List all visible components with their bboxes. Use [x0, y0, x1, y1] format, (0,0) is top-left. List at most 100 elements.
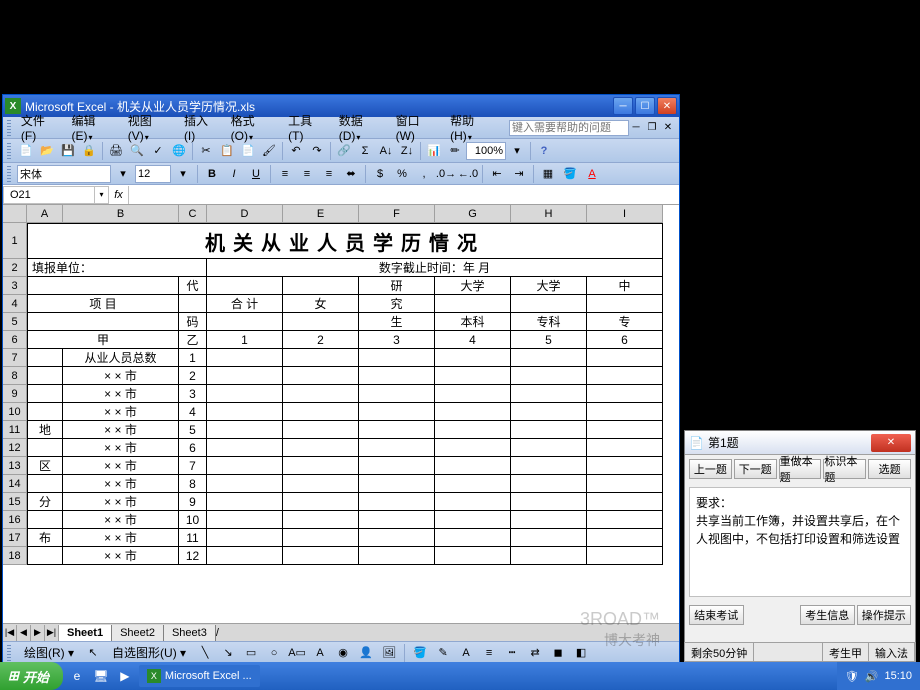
- diagram-icon[interactable]: ◉: [333, 643, 353, 663]
- cell[interactable]: [283, 403, 359, 421]
- cell[interactable]: [511, 529, 587, 547]
- cell[interactable]: [587, 475, 663, 493]
- cell[interactable]: [587, 385, 663, 403]
- fill-color-icon[interactable]: 🪣: [560, 164, 580, 184]
- cell[interactable]: 5: [179, 421, 207, 439]
- tray-icon[interactable]: 🔊: [865, 670, 879, 683]
- sort-desc-icon[interactable]: Z↓: [397, 141, 417, 161]
- borders-icon[interactable]: ▦: [538, 164, 558, 184]
- cell[interactable]: [207, 511, 283, 529]
- cell[interactable]: [359, 403, 435, 421]
- cell[interactable]: [207, 349, 283, 367]
- col-header[interactable]: I: [587, 205, 663, 223]
- chart-icon[interactable]: 📊: [424, 141, 444, 161]
- row-header[interactable]: 2: [3, 259, 27, 277]
- row-header[interactable]: 14: [3, 475, 27, 493]
- cell[interactable]: 5: [511, 331, 587, 349]
- cell[interactable]: [359, 385, 435, 403]
- media-icon[interactable]: ▶: [115, 666, 135, 686]
- cell[interactable]: × × 市: [63, 529, 179, 547]
- name-dropdown-icon[interactable]: ▾: [95, 186, 109, 204]
- cell[interactable]: [359, 529, 435, 547]
- percent-icon[interactable]: %: [392, 164, 412, 184]
- cell[interactable]: 合 计: [207, 295, 283, 313]
- cell[interactable]: [27, 547, 63, 565]
- row-header[interactable]: 6: [3, 331, 27, 349]
- col-header[interactable]: A: [27, 205, 63, 223]
- redo-question-button[interactable]: 重做本题: [779, 459, 822, 479]
- cut-icon[interactable]: ✂: [196, 141, 216, 161]
- minimize-button[interactable]: ─: [613, 97, 633, 115]
- cell[interactable]: [283, 511, 359, 529]
- doc-close-button[interactable]: ✕: [661, 121, 675, 135]
- drawing-menu[interactable]: 绘图(R) ▾: [18, 642, 80, 663]
- row-header[interactable]: 11: [3, 421, 27, 439]
- prev-question-button[interactable]: 上一题: [689, 459, 732, 479]
- cell[interactable]: [511, 511, 587, 529]
- cell[interactable]: 8: [179, 475, 207, 493]
- doc-restore-button[interactable]: ❐: [645, 121, 659, 135]
- tab-prev-icon[interactable]: ◀: [17, 625, 31, 641]
- row-header[interactable]: 4: [3, 295, 27, 313]
- cell[interactable]: [283, 439, 359, 457]
- cell[interactable]: [511, 547, 587, 565]
- cell[interactable]: 乙: [179, 331, 207, 349]
- cell[interactable]: [511, 457, 587, 475]
- cell[interactable]: 6: [587, 331, 663, 349]
- cell[interactable]: [207, 277, 283, 295]
- align-center-icon[interactable]: ≡: [297, 164, 317, 184]
- cell[interactable]: [435, 385, 511, 403]
- zoom-input[interactable]: [466, 142, 506, 160]
- cell[interactable]: 地: [27, 421, 63, 439]
- cell[interactable]: 填报单位：: [27, 259, 207, 277]
- align-left-icon[interactable]: ≡: [275, 164, 295, 184]
- 3d-icon[interactable]: ◧: [571, 643, 591, 663]
- save-icon[interactable]: 💾: [58, 141, 78, 161]
- cell[interactable]: [511, 421, 587, 439]
- permission-icon[interactable]: 🔒: [79, 141, 99, 161]
- task-excel[interactable]: X Microsoft Excel ...: [139, 665, 260, 687]
- cell[interactable]: [27, 385, 63, 403]
- cell[interactable]: × × 市: [63, 367, 179, 385]
- cell[interactable]: 9: [179, 493, 207, 511]
- open-icon[interactable]: 📂: [37, 141, 57, 161]
- help-search-input[interactable]: [509, 120, 629, 136]
- name-box[interactable]: O21: [3, 186, 95, 204]
- redo-icon[interactable]: ↷: [307, 141, 327, 161]
- cell[interactable]: 分: [27, 493, 63, 511]
- close-button[interactable]: ✕: [657, 97, 677, 115]
- cell[interactable]: [207, 313, 283, 331]
- cell[interactable]: [359, 367, 435, 385]
- paste-icon[interactable]: 📄: [238, 141, 258, 161]
- cell[interactable]: [207, 385, 283, 403]
- cell[interactable]: 项 目: [27, 295, 179, 313]
- hint-button[interactable]: 操作提示: [857, 605, 912, 625]
- cell[interactable]: [207, 403, 283, 421]
- print-icon[interactable]: 🖨: [106, 141, 126, 161]
- cell[interactable]: [511, 493, 587, 511]
- spell-icon[interactable]: ✓: [148, 141, 168, 161]
- cell[interactable]: [207, 493, 283, 511]
- italic-button[interactable]: I: [224, 164, 244, 184]
- col-header[interactable]: F: [359, 205, 435, 223]
- maximize-button[interactable]: ☐: [635, 97, 655, 115]
- cell[interactable]: [435, 457, 511, 475]
- underline-button[interactable]: U: [246, 164, 266, 184]
- arrow-style-icon[interactable]: ⇄: [525, 643, 545, 663]
- next-question-button[interactable]: 下一题: [734, 459, 777, 479]
- doc-minimize-button[interactable]: ─: [629, 121, 643, 135]
- cell[interactable]: [587, 295, 663, 313]
- cell[interactable]: 6: [179, 439, 207, 457]
- cell[interactable]: [27, 439, 63, 457]
- cell[interactable]: [435, 493, 511, 511]
- cell[interactable]: 1: [207, 331, 283, 349]
- cell[interactable]: [359, 457, 435, 475]
- fill-color-icon[interactable]: 🪣: [410, 643, 430, 663]
- cell[interactable]: [207, 367, 283, 385]
- cell[interactable]: [587, 421, 663, 439]
- cell[interactable]: [587, 493, 663, 511]
- tab-next-icon[interactable]: ▶: [31, 625, 45, 641]
- cell[interactable]: [511, 349, 587, 367]
- decrease-decimal-icon[interactable]: ←.0: [458, 164, 478, 184]
- cell[interactable]: [511, 385, 587, 403]
